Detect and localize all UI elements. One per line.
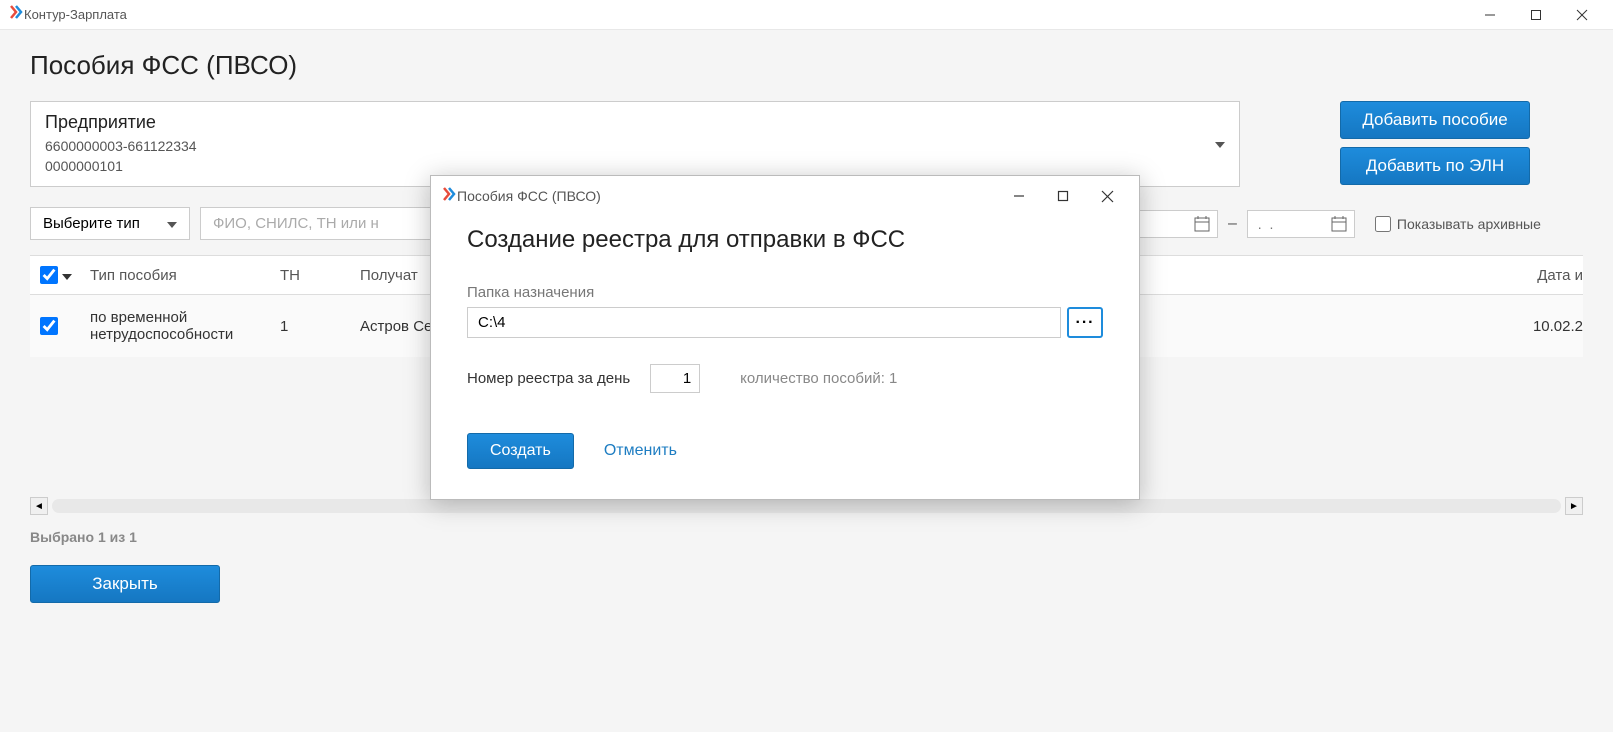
chevron-down-icon [167,215,177,232]
cell-type: по временной нетрудоспособности [90,309,280,343]
close-page-button[interactable]: Закрыть [30,565,220,603]
enterprise-account: 0000000101 [45,157,1225,177]
dialog-heading: Создание реестра для отправки в ФСС [467,226,1103,254]
registry-number-label: Номер реестра за день [467,370,630,387]
maximize-button[interactable] [1513,0,1559,30]
cell-tn: 1 [280,318,360,335]
col-header-tn[interactable]: ТН [280,267,360,284]
enterprise-label: Предприятие [45,112,1225,133]
create-registry-dialog: Пособия ФСС (ПВСО) Создание реестра для … [430,175,1140,500]
close-button[interactable] [1559,0,1605,30]
selection-count: Выбрано 1 из 1 [30,529,1583,545]
date-to-field[interactable] [1254,216,1324,232]
app-logo-icon [8,4,24,25]
type-filter-select[interactable]: Выберите тип [30,207,190,240]
col-header-type[interactable]: Тип пособия [90,267,280,284]
cell-date: 10.02.2 [1270,318,1583,335]
scroll-track[interactable] [52,499,1561,513]
page-title: Пособия ФСС (ПВСО) [30,50,1583,81]
dialog-title: Пособия ФСС (ПВСО) [457,188,601,204]
app-title: Контур-Зарплата [24,7,127,22]
select-all-checkbox[interactable] [40,266,58,284]
browse-folder-button[interactable]: ··· [1067,307,1103,338]
app-titlebar: Контур-Зарплата [0,0,1613,30]
type-filter-label: Выберите тип [43,215,140,232]
calendar-icon[interactable] [1330,215,1348,233]
archive-checkbox-label: Показывать архивные [1397,216,1541,232]
date-range-dash: – [1228,215,1237,233]
folder-label: Папка назначения [467,284,1103,301]
registry-number-input[interactable] [650,364,700,393]
dialog-close-button[interactable] [1085,181,1129,211]
show-archive-checkbox[interactable]: Показывать архивные [1375,216,1541,232]
add-benefit-button[interactable]: Добавить пособие [1340,101,1530,139]
benefits-count-text: количество пособий: 1 [740,370,897,387]
calendar-icon[interactable] [1193,215,1211,233]
add-by-eln-button[interactable]: Добавить по ЭЛН [1340,147,1530,185]
archive-checkbox-input[interactable] [1375,216,1391,232]
enterprise-code: 6600000003-661122334 [45,137,1225,157]
folder-path-input[interactable] [467,307,1061,338]
cancel-button[interactable]: Отменить [604,442,677,460]
dialog-titlebar: Пособия ФСС (ПВСО) [431,176,1139,216]
create-button[interactable]: Создать [467,433,574,469]
date-to-input[interactable] [1247,210,1355,238]
scroll-left-button[interactable]: ◄ [30,497,48,515]
scroll-right-button[interactable]: ► [1565,497,1583,515]
chevron-down-icon [1215,135,1225,153]
col-header-date[interactable]: Дата и [1270,267,1583,284]
minimize-button[interactable] [1467,0,1513,30]
row-checkbox[interactable] [40,317,58,335]
dialog-logo-icon [441,186,457,207]
chevron-down-icon[interactable] [62,267,72,284]
dialog-minimize-button[interactable] [997,181,1041,211]
dialog-maximize-button[interactable] [1041,181,1085,211]
